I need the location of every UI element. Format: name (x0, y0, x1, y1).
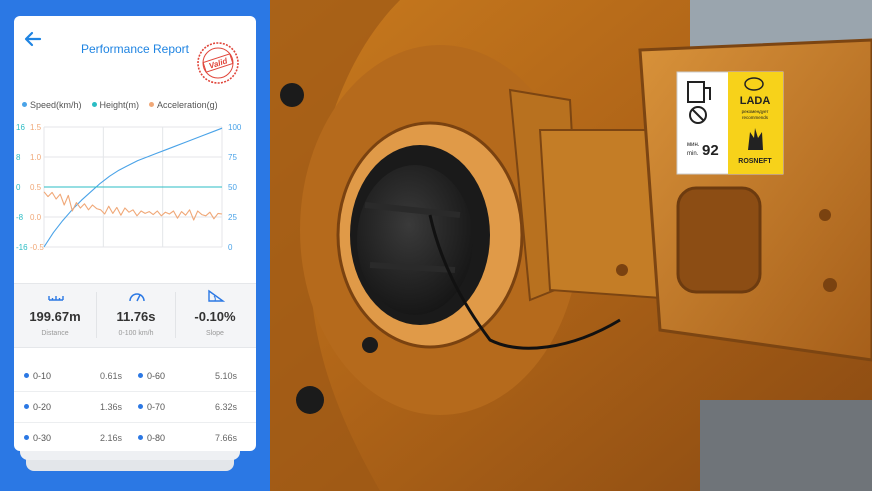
list-item: 0-30 2.16s 0-80 7.66s (14, 423, 256, 451)
time-label: 0-10 (24, 371, 51, 381)
speed-tick-label: 0 (228, 243, 233, 252)
chart-legend: Speed(km/h) Height(m) Acceleration(g) (22, 100, 254, 110)
sticker-recommend-ru: рекомендует (742, 109, 769, 114)
stat-label: 0-100 km/h (118, 330, 154, 337)
sticker-min-en: min. (687, 151, 699, 157)
time-value: 7.66s (215, 433, 238, 443)
sticker-sponsor: ROSNEFT (738, 158, 772, 165)
time-label: 0-70 (138, 402, 165, 412)
legend-item: Acceleration(g) (149, 100, 218, 110)
height-tick-label: 8 (16, 153, 21, 162)
list-item: 0-10 0.61s 0-60 5.10s (14, 361, 256, 392)
speed-tick-label: 100 (228, 123, 242, 132)
fuel-sticker: мин. min. 92 LADA рекомендует recommends… (676, 71, 784, 175)
distance-ruler-icon (48, 296, 64, 301)
stat-value: 199.67m (29, 309, 81, 324)
legend-label: Height(m) (99, 100, 140, 110)
bullet-dot-icon (138, 373, 143, 378)
bullet-dot-icon (24, 373, 29, 378)
speed-tick-label: 75 (228, 153, 237, 162)
speed-tick-label: 25 (228, 213, 237, 222)
stat-value: 11.76s (116, 309, 156, 324)
performance-chart: 16 8 0 -8 -16 1.5 1.0 0.5 0.0 -0.5 100 75 50 25 0 (16, 123, 242, 252)
ground (700, 400, 872, 491)
sticker-octane: 92 (702, 142, 719, 159)
sticker-min-ru: мин. (687, 142, 700, 148)
height-tick-label: 16 (16, 123, 25, 132)
acceleration-times-list: 0-10 0.61s 0-60 5.10s 0-20 1.36s 0-70 6.… (14, 361, 256, 451)
rubber-bumper (296, 386, 324, 414)
time-value: 0.61s (100, 371, 123, 381)
legend-item: Speed(km/h) (22, 100, 82, 110)
speed-tick-label: 50 (228, 183, 237, 192)
bullet-dot-icon (138, 435, 143, 440)
bullet-dot-icon (24, 404, 29, 409)
slope-icon (208, 289, 225, 302)
time-value: 1.36s (100, 402, 123, 412)
acceleration-tick-label: -0.5 (30, 243, 44, 252)
time-label: 0-30 (24, 433, 51, 443)
height-dot-icon (91, 102, 97, 107)
acceleration-g-series-line (43, 191, 223, 221)
height-tick-label: 0 (16, 183, 21, 192)
time-label: 0-20 (24, 402, 51, 412)
door-cutout (676, 186, 762, 294)
stat-value: -0.10% (194, 309, 236, 324)
time-value: 2.16s (100, 433, 123, 443)
stats-bar: 199.67m Distance 11.76s 0-100 km/h -0.10… (14, 283, 256, 348)
speedometer-icon (129, 293, 145, 302)
bullet-dot-icon (24, 435, 29, 440)
speed-dot-icon (22, 102, 27, 107)
legend-item: Height(m) (91, 100, 140, 110)
acceleration-tick-label: 0.0 (30, 213, 42, 222)
time-value: 5.10s (215, 371, 238, 381)
legend-label: Speed(km/h) (30, 100, 82, 110)
acceleration-tick-label: 1.0 (30, 153, 42, 162)
time-label: 0-80 (138, 433, 165, 443)
stat-slope: -0.10% Slope (175, 284, 255, 347)
height-tick-label: -8 (16, 213, 24, 222)
speed-km-h-series-line (43, 127, 223, 248)
stat-label: Slope (206, 330, 224, 337)
acceleration-tick-label: 0.5 (30, 183, 42, 192)
height-tick-label: -16 (16, 243, 28, 252)
time-label: 0-60 (138, 371, 165, 381)
rubber-bumper (362, 337, 378, 353)
time-value: 6.32s (215, 402, 238, 412)
fuel-cap (357, 165, 473, 315)
sticker-brand: LADA (740, 95, 771, 107)
sticker-recommend-en: recommends (742, 115, 769, 120)
acceleration-tick-label: 1.5 (30, 123, 42, 132)
rubber-bumper (280, 83, 304, 107)
legend-label: Acceleration(g) (157, 100, 218, 110)
stat-zero-to-hundred: 11.76s 0-100 km/h (96, 284, 176, 347)
list-item: 0-20 1.36s 0-70 6.32s (14, 392, 256, 423)
door-rivet (823, 278, 837, 292)
acceleration-dot-icon (149, 102, 155, 107)
performance-report-card: Performance Report Valid Speed(km/h) Hei… (14, 16, 256, 451)
valid-stamp-icon: Valid (197, 42, 239, 84)
fuel-door-photo: мин. min. 92 LADA рекомендует recommends… (270, 0, 872, 491)
bullet-dot-icon (138, 404, 143, 409)
door-rivet (819, 209, 831, 221)
stat-label: Distance (41, 330, 69, 337)
door-rivet (616, 264, 628, 276)
stat-distance: 199.67m Distance (15, 284, 95, 347)
